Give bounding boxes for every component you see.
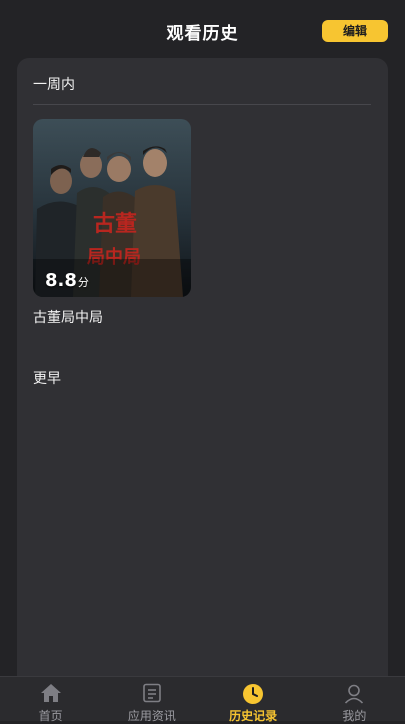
tab-news[interactable]: 应用资讯 [101,677,202,723]
clock-icon [243,684,264,704]
edit-button[interactable]: 编辑 [322,20,388,42]
history-card[interactable]: 古董 局中局 8.8分 古董局中局 [33,119,191,327]
tab-home[interactable]: 首页 [0,677,101,723]
movie-title[interactable]: 古董局中局 [33,307,191,327]
rating-score: 8.8分 [45,270,89,291]
history-panel: 一周内 古董 局中局 8.8分 古董局中局 更早 [17,58,388,698]
section-label-earlier: 更早 [33,371,61,387]
tab-profile[interactable]: 我的 [304,677,405,723]
movie-poster[interactable]: 古董 局中局 8.8分 [33,119,191,297]
user-icon [345,684,364,704]
bottom-tab-bar: 首页 应用资讯 历史记录 我的 [0,676,405,723]
poster-title-line1: 古董 [93,211,137,237]
divider [33,104,371,105]
document-icon [143,683,161,703]
header: 观看历史 编辑 [0,0,405,60]
tab-history[interactable]: 历史记录 [203,677,304,723]
section-label-week: 一周内 [33,77,75,93]
home-icon [40,684,61,702]
